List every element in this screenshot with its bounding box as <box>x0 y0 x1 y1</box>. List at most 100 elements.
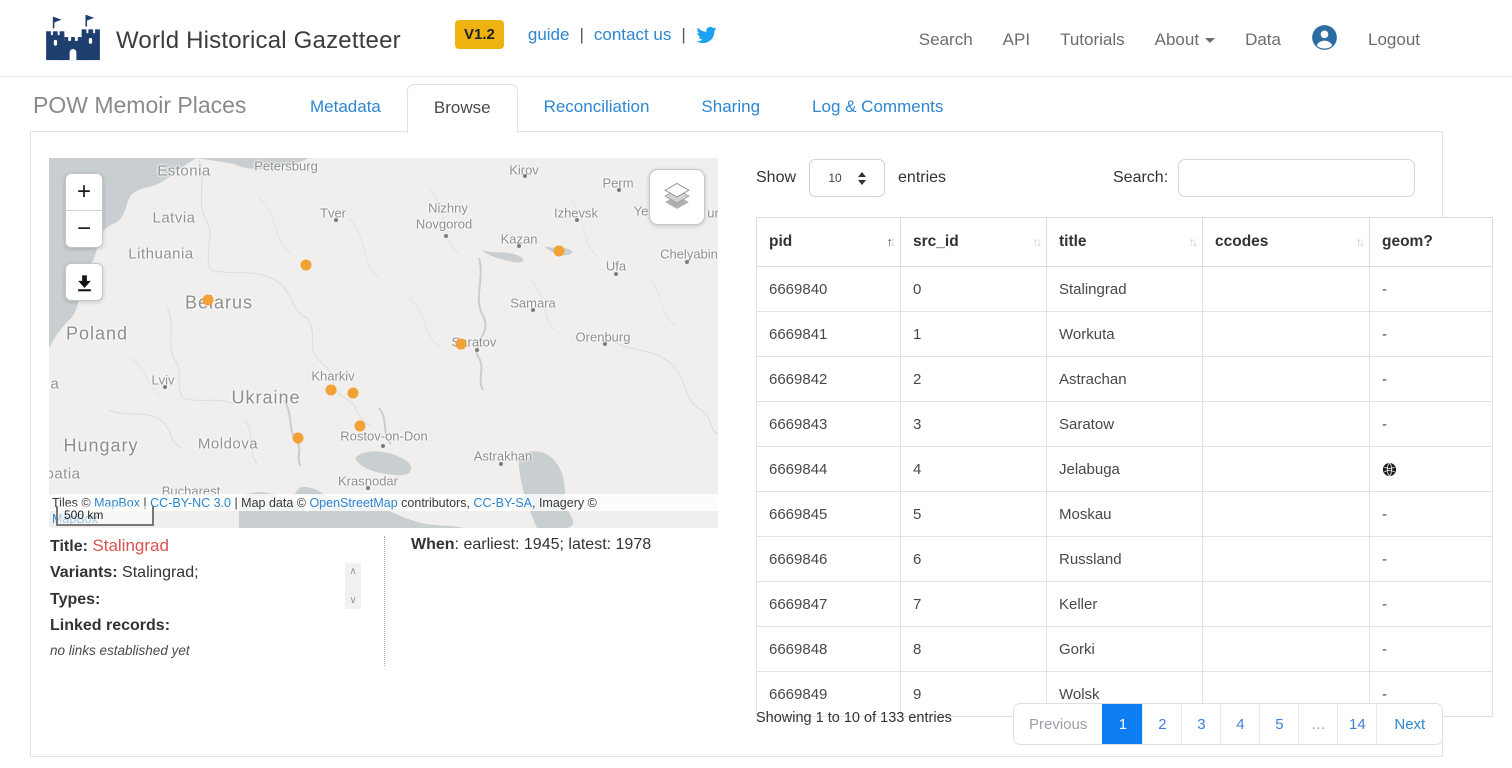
col-label: title <box>1059 233 1087 250</box>
cell-ccodes <box>1203 312 1370 357</box>
col-pid[interactable]: pid↑↓ <box>757 218 901 267</box>
city-marker-dot <box>517 244 521 248</box>
search-label: Search: <box>1113 169 1168 187</box>
variants-label: Variants: <box>50 564 118 581</box>
nav-logout[interactable]: Logout <box>1368 30 1420 50</box>
city-marker-dot <box>523 174 527 178</box>
place-point[interactable] <box>326 385 337 396</box>
cell-src_id: 5 <box>901 492 1047 537</box>
table-row[interactable]: 66698433Saratow- <box>757 402 1493 447</box>
page-14[interactable]: 14 <box>1337 704 1376 744</box>
col-src-id[interactable]: src_id↑↓ <box>901 218 1047 267</box>
tab-reconciliation[interactable]: Reconciliation <box>518 84 676 133</box>
table-row[interactable]: 66698477Keller- <box>757 582 1493 627</box>
guide-link[interactable]: guide <box>528 25 570 45</box>
place-point[interactable] <box>301 260 312 271</box>
cell-geom: - <box>1370 537 1493 582</box>
map-label: Nizhny <box>428 201 468 216</box>
map-label: Astrakhan <box>474 449 533 464</box>
layers-button[interactable] <box>649 169 705 225</box>
table-row[interactable]: 66698411Workuta- <box>757 312 1493 357</box>
table-row[interactable]: 66698422Astrachan- <box>757 357 1493 402</box>
place-point[interactable] <box>203 295 214 306</box>
sort-down-icon: ↓ <box>1036 235 1039 249</box>
avatar-wrap[interactable] <box>1311 24 1338 56</box>
place-point[interactable] <box>456 339 467 350</box>
tab-content: EstoniaPetersburgKirovPermLatviaTverLith… <box>30 131 1443 757</box>
map-label: ur <box>707 206 718 221</box>
download-map-button[interactable] <box>65 263 103 301</box>
details-divider <box>384 536 385 666</box>
twitter-icon[interactable] <box>696 22 717 48</box>
linked-records-label: Linked records: <box>50 617 170 634</box>
scroll-down-icon[interactable]: ∨ <box>349 595 356 606</box>
page-title: POW Memoir Places <box>33 92 246 119</box>
cell-title: Keller <box>1047 582 1203 627</box>
city-marker-dot <box>603 342 607 346</box>
attribution-link[interactable]: OpenStreetMap <box>309 496 397 510</box>
show-label: Show <box>756 169 796 187</box>
types-label: Types: <box>50 591 100 608</box>
nav-about[interactable]: About <box>1155 30 1215 50</box>
page-size-control: Show 10 entries <box>756 159 946 197</box>
cell-title: Workuta <box>1047 312 1203 357</box>
when-value: : earliest: 1945; latest: 1978 <box>455 536 652 553</box>
table-row[interactable]: 66698488Gorki- <box>757 627 1493 672</box>
col-ccodes[interactable]: ccodes↑↓ <box>1203 218 1370 267</box>
place-point[interactable] <box>554 246 565 257</box>
page-1[interactable]: 1 <box>1102 704 1142 744</box>
cell-pid: 6669845 <box>757 492 901 537</box>
nav-search[interactable]: Search <box>919 30 973 50</box>
pagination: Previous12345…14Next <box>1013 703 1443 745</box>
attribution-text: | Map data © <box>231 496 309 510</box>
page-3[interactable]: 3 <box>1181 704 1220 744</box>
search-input[interactable] <box>1178 159 1415 197</box>
separator: | <box>579 25 583 45</box>
place-point[interactable] <box>348 388 359 399</box>
tab-sharing[interactable]: Sharing <box>675 84 786 133</box>
table-row[interactable]: 66698455Moskau- <box>757 492 1493 537</box>
select-arrows-icon <box>858 172 866 185</box>
page-next[interactable]: Next <box>1376 704 1442 744</box>
attribution-text: , Imagery © <box>532 496 597 510</box>
detail-variants: Variants: Stalingrad; <box>50 564 199 582</box>
attribution-link[interactable]: CC-BY-SA <box>473 496 532 510</box>
tab-browse[interactable]: Browse <box>407 84 518 133</box>
nav-data[interactable]: Data <box>1245 30 1281 50</box>
variants-scrollbar[interactable]: ∧ ∨ <box>345 563 361 609</box>
cell-title: Jelabuga <box>1047 447 1203 492</box>
contact-link[interactable]: contact us <box>594 25 672 45</box>
cell-title: Stalingrad <box>1047 267 1203 312</box>
place-point[interactable] <box>355 421 366 432</box>
page-4[interactable]: 4 <box>1220 704 1259 744</box>
col-title[interactable]: title↑↓ <box>1047 218 1203 267</box>
page-previous[interactable]: Previous <box>1014 704 1102 744</box>
tab-metadata[interactable]: Metadata <box>284 84 407 133</box>
map[interactable]: EstoniaPetersburgKirovPermLatviaTverLith… <box>49 158 718 528</box>
zoom-in-button[interactable]: + <box>66 174 102 211</box>
page-size-select[interactable]: 10 <box>809 159 885 197</box>
cell-ccodes <box>1203 627 1370 672</box>
table-row[interactable]: 66698466Russland- <box>757 537 1493 582</box>
tab-log-comments[interactable]: Log & Comments <box>786 84 969 133</box>
page-2[interactable]: 2 <box>1142 704 1181 744</box>
page-5[interactable]: 5 <box>1259 704 1298 744</box>
cell-src_id: 2 <box>901 357 1047 402</box>
city-marker-dot <box>163 385 167 389</box>
scroll-up-icon[interactable]: ∧ <box>349 566 356 577</box>
table-row[interactable]: 66698444Jelabuga <box>757 447 1493 492</box>
table-row[interactable]: 66698400Stalingrad- <box>757 267 1493 312</box>
cell-src_id: 3 <box>901 402 1047 447</box>
castle-logo-icon <box>44 14 102 67</box>
nav-tutorials[interactable]: Tutorials <box>1060 30 1125 50</box>
nav-api[interactable]: API <box>1003 30 1030 50</box>
sort-icons: ↑↓ <box>1033 235 1040 249</box>
download-icon <box>75 273 94 292</box>
attribution-link[interactable]: CC-BY-NC 3.0 <box>150 496 231 510</box>
place-point[interactable] <box>293 433 304 444</box>
cell-pid: 6669841 <box>757 312 901 357</box>
avatar-icon[interactable] <box>1311 24 1338 51</box>
zoom-out-button[interactable]: − <box>66 211 102 247</box>
map-label: Ye <box>634 204 649 219</box>
map-label: Chelyabin <box>660 247 718 262</box>
